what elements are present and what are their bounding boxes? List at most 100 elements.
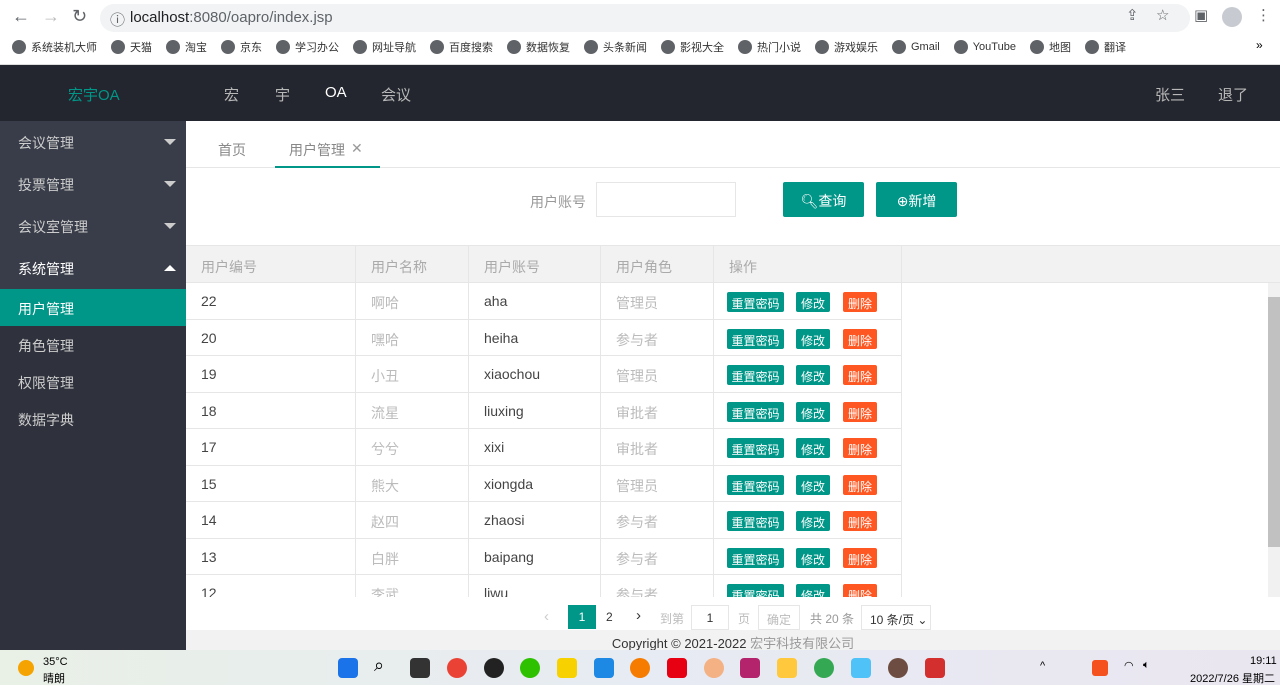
edit-button[interactable]: 修改: [796, 438, 830, 458]
share-icon[interactable]: ⇪: [1126, 6, 1139, 24]
delete-button[interactable]: 删除: [843, 511, 877, 531]
reset-password-button[interactable]: 重置密码: [727, 438, 784, 458]
reset-password-button[interactable]: 重置密码: [727, 328, 784, 349]
bookmark[interactable]: 影视大全: [661, 38, 724, 56]
query-button[interactable]: 🔍︎查询: [783, 182, 864, 217]
reset-password-button[interactable]: 重置密码: [727, 292, 784, 312]
bookmark[interactable]: 数据恢复: [507, 38, 570, 56]
wechat-icon[interactable]: [520, 658, 540, 678]
bookmark[interactable]: 京东: [221, 38, 262, 56]
wifi-icon[interactable]: ◠: [1124, 659, 1134, 672]
clock-time[interactable]: 19:11: [1250, 655, 1277, 667]
logout-link[interactable]: 退了: [1218, 84, 1248, 105]
reset-password-button[interactable]: 重置密码: [727, 365, 784, 385]
bookmark[interactable]: 热门小说: [738, 38, 801, 56]
reset-password-button[interactable]: 重置密码: [727, 474, 784, 495]
edit-button[interactable]: 修改: [796, 328, 830, 349]
scrollbar-thumb[interactable]: [1268, 297, 1280, 547]
bookmark[interactable]: 游戏娱乐: [815, 38, 878, 56]
nav-item[interactable]: 会议: [381, 84, 411, 105]
tab-users[interactable]: 用户管理 ✕: [275, 121, 380, 168]
bookmark[interactable]: 学习办公: [276, 38, 339, 56]
sidebar-group-room[interactable]: 会议室管理: [0, 205, 186, 247]
page-1[interactable]: 1: [568, 605, 596, 629]
reload-icon[interactable]: ↻: [72, 6, 87, 27]
bookmark[interactable]: Gmail: [892, 38, 940, 56]
task-view-icon[interactable]: [410, 658, 430, 678]
nav-item[interactable]: OA: [325, 84, 347, 101]
next-icon[interactable]: ›: [636, 607, 641, 624]
bookmark[interactable]: YouTube: [953, 38, 1016, 56]
app-icon[interactable]: [667, 658, 687, 678]
tray-app-icon[interactable]: [1092, 660, 1108, 676]
prev-icon[interactable]: ‹: [544, 608, 549, 625]
edit-button[interactable]: 修改: [796, 584, 830, 597]
sidepanel-icon[interactable]: ▣: [1194, 6, 1208, 24]
page-input[interactable]: 1: [691, 605, 729, 630]
folder-icon[interactable]: [777, 658, 797, 678]
app-icon[interactable]: [630, 658, 650, 678]
per-page-select[interactable]: 10 条/页 ⌄: [861, 605, 931, 630]
edit-button[interactable]: 修改: [796, 365, 830, 385]
search-icon[interactable]: ⌕: [374, 655, 394, 675]
bookmark[interactable]: 百度搜索: [430, 38, 493, 56]
confirm-button[interactable]: 确定: [758, 605, 800, 630]
app-icon[interactable]: [704, 658, 724, 678]
page-2[interactable]: 2: [606, 610, 613, 624]
bookmark[interactable]: 地图: [1029, 38, 1071, 56]
clock-date[interactable]: 2022/7/26 星期二: [1190, 670, 1275, 686]
chrome-icon[interactable]: [447, 658, 467, 678]
delete-button[interactable]: 删除: [843, 438, 877, 458]
bookmark[interactable]: 系统装机大师: [12, 38, 97, 56]
bookmark[interactable]: 天猫: [111, 38, 152, 56]
nav-item[interactable]: 宇: [275, 84, 290, 105]
star-icon[interactable]: ☆: [1156, 6, 1169, 24]
edit-button[interactable]: 修改: [796, 547, 830, 568]
nav-item[interactable]: 宏: [224, 84, 239, 105]
delete-button[interactable]: 删除: [843, 584, 877, 597]
address-bar[interactable]: ⓘ localhost:8080/oapro/index.jsp: [100, 4, 1190, 32]
menu-icon[interactable]: ⋮: [1256, 6, 1271, 24]
bookmark[interactable]: 淘宝: [166, 38, 207, 56]
reset-password-button[interactable]: 重置密码: [727, 401, 784, 422]
edit-button[interactable]: 修改: [796, 401, 830, 422]
delete-button[interactable]: 删除: [843, 365, 877, 385]
edit-button[interactable]: 修改: [796, 511, 830, 531]
profile-avatar[interactable]: [1222, 7, 1242, 27]
delete-button[interactable]: 删除: [843, 401, 877, 422]
qq-icon[interactable]: [484, 658, 504, 678]
idea-icon[interactable]: [740, 658, 760, 678]
notepad-icon[interactable]: [851, 658, 871, 678]
app-icon[interactable]: [888, 658, 908, 678]
bookmark[interactable]: 翻译: [1084, 38, 1126, 56]
delete-button[interactable]: 删除: [843, 292, 877, 312]
back-icon[interactable]: ←: [12, 6, 30, 27]
reset-password-button[interactable]: 重置密码: [727, 547, 784, 568]
edit-button[interactable]: 修改: [796, 474, 830, 495]
reset-password-button[interactable]: 重置密码: [727, 584, 784, 597]
scrollbar[interactable]: [1268, 283, 1280, 597]
forward-icon[interactable]: →: [42, 6, 60, 27]
wps-icon[interactable]: [925, 658, 945, 678]
start-icon[interactable]: [338, 658, 358, 678]
tray-chevron-icon[interactable]: ^: [1040, 660, 1045, 672]
app-icon[interactable]: [557, 658, 577, 678]
more-bookmarks-icon[interactable]: »: [1256, 38, 1263, 52]
volume-icon[interactable]: 🔈︎: [1143, 659, 1150, 672]
account-input[interactable]: [596, 182, 736, 217]
close-icon[interactable]: ✕: [351, 140, 363, 157]
delete-button[interactable]: 删除: [843, 474, 877, 495]
edit-button[interactable]: 修改: [796, 292, 830, 312]
delete-button[interactable]: 删除: [843, 328, 877, 349]
tab-home[interactable]: 首页: [218, 140, 246, 160]
user-name[interactable]: 张三: [1155, 84, 1185, 105]
reset-password-button[interactable]: 重置密码: [727, 511, 784, 531]
add-button[interactable]: ⊕新增: [876, 182, 957, 217]
sidebar-group-meeting[interactable]: 会议管理: [0, 121, 186, 163]
sidebar-group-vote[interactable]: 投票管理: [0, 163, 186, 205]
delete-button[interactable]: 删除: [843, 547, 877, 568]
bookmark[interactable]: 头条新闻: [584, 38, 647, 56]
app-icon[interactable]: [594, 658, 614, 678]
bookmark[interactable]: 网址导航: [353, 38, 416, 56]
chrome-icon[interactable]: [814, 658, 834, 678]
